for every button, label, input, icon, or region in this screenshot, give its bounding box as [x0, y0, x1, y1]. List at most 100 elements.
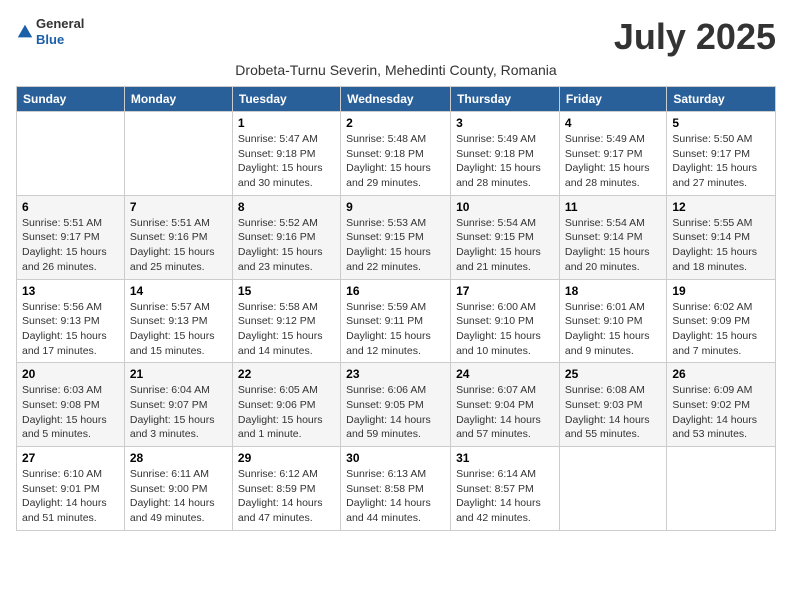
day-detail: Sunrise: 5:57 AMSunset: 9:13 PMDaylight:… [130, 300, 227, 359]
day-detail: Sunrise: 6:07 AMSunset: 9:04 PMDaylight:… [456, 383, 554, 442]
day-detail: Sunrise: 5:51 AMSunset: 9:17 PMDaylight:… [22, 216, 119, 275]
day-detail: Sunrise: 5:59 AMSunset: 9:11 PMDaylight:… [346, 300, 445, 359]
day-number: 27 [22, 451, 119, 465]
day-cell: 26 Sunrise: 6:09 AMSunset: 9:02 PMDayligh… [667, 363, 776, 447]
week-row-3: 13Sunrise: 5:56 AMSunset: 9:13 PMDayligh… [17, 279, 776, 363]
day-number: 4 [565, 116, 661, 130]
day-number: 16 [346, 284, 445, 298]
day-number: 26 [672, 367, 770, 381]
day-number: 19 [672, 284, 770, 298]
month-title: July 2025 [614, 16, 776, 58]
day-detail: Sunrise: 6:13 AMSunset: 8:58 PMDaylight:… [346, 467, 445, 526]
day-detail: Sunrise: 6:04 AMSunset: 9:07 PMDaylight:… [130, 383, 227, 442]
day-cell: 28 Sunrise: 6:11 AMSunset: 9:00 PMDayligh… [124, 447, 232, 531]
day-detail: Sunrise: 6:10 AMSunset: 9:01 PMDaylight:… [22, 467, 119, 526]
day-cell: 16 Sunrise: 5:59 AMSunset: 9:11 PMDayligh… [341, 279, 451, 363]
day-detail: Sunrise: 5:56 AMSunset: 9:13 PMDaylight:… [22, 300, 119, 359]
day-number: 5 [672, 116, 770, 130]
weekday-header-friday: Friday [559, 87, 666, 112]
day-number: 29 [238, 451, 335, 465]
day-cell: 6Sunrise: 5:51 AMSunset: 9:17 PMDaylight… [17, 195, 125, 279]
day-number: 23 [346, 367, 445, 381]
day-number: 20 [22, 367, 119, 381]
day-number: 10 [456, 200, 554, 214]
day-cell: 22 Sunrise: 6:05 AMSunset: 9:06 PMDayligh… [232, 363, 340, 447]
day-detail: Sunrise: 6:03 AMSunset: 9:08 PMDaylight:… [22, 383, 119, 442]
day-cell: 17Sunrise: 6:00 AMSunset: 9:10 PMDayligh… [451, 279, 560, 363]
day-detail: Sunrise: 5:54 AMSunset: 9:15 PMDaylight:… [456, 216, 554, 275]
day-number: 24 [456, 367, 554, 381]
day-cell: 15Sunrise: 5:58 AMSunset: 9:12 PMDayligh… [232, 279, 340, 363]
day-cell [667, 447, 776, 531]
day-number: 12 [672, 200, 770, 214]
day-cell: 10 Sunrise: 5:54 AMSunset: 9:15 PMDayligh… [451, 195, 560, 279]
weekday-header-monday: Monday [124, 87, 232, 112]
day-detail: Sunrise: 5:49 AMSunset: 9:18 PMDaylight:… [456, 132, 554, 191]
day-detail: Sunrise: 6:05 AMSunset: 9:06 PMDaylight:… [238, 383, 335, 442]
weekday-header-row: SundayMondayTuesdayWednesdayThursdayFrid… [17, 87, 776, 112]
day-detail: Sunrise: 5:54 AMSunset: 9:14 PMDaylight:… [565, 216, 661, 275]
weekday-header-saturday: Saturday [667, 87, 776, 112]
day-cell: 14Sunrise: 5:57 AMSunset: 9:13 PMDayligh… [124, 279, 232, 363]
day-cell [559, 447, 666, 531]
day-number: 1 [238, 116, 335, 130]
logo-icon [16, 23, 34, 41]
day-cell: 13Sunrise: 5:56 AMSunset: 9:13 PMDayligh… [17, 279, 125, 363]
day-detail: Sunrise: 5:55 AMSunset: 9:14 PMDaylight:… [672, 216, 770, 275]
logo-blue: Blue [36, 32, 84, 48]
day-cell: 1 Sunrise: 5:47 AMSunset: 9:18 PMDaylight… [232, 112, 340, 196]
weekday-header-sunday: Sunday [17, 87, 125, 112]
page-header: General Blue July 2025 [16, 16, 776, 58]
subtitle: Drobeta-Turnu Severin, Mehedinti County,… [16, 62, 776, 78]
day-cell: 31 Sunrise: 6:14 AMSunset: 8:57 PMDayligh… [451, 447, 560, 531]
day-number: 8 [238, 200, 335, 214]
day-detail: Sunrise: 6:09 AMSunset: 9:02 PMDaylight:… [672, 383, 770, 442]
day-cell: 27 Sunrise: 6:10 AMSunset: 9:01 PMDayligh… [17, 447, 125, 531]
day-number: 7 [130, 200, 227, 214]
day-detail: Sunrise: 6:02 AMSunset: 9:09 PMDaylight:… [672, 300, 770, 359]
day-detail: Sunrise: 6:08 AMSunset: 9:03 PMDaylight:… [565, 383, 661, 442]
logo-general: General [36, 16, 84, 32]
day-detail: Sunrise: 5:52 AMSunset: 9:16 PMDaylight:… [238, 216, 335, 275]
day-detail: Sunrise: 6:14 AMSunset: 8:57 PMDaylight:… [456, 467, 554, 526]
day-cell: 9Sunrise: 5:53 AMSunset: 9:15 PMDaylight… [341, 195, 451, 279]
day-detail: Sunrise: 6:12 AMSunset: 8:59 PMDaylight:… [238, 467, 335, 526]
logo-text: General Blue [36, 16, 84, 47]
day-cell: 21Sunrise: 6:04 AMSunset: 9:07 PMDayligh… [124, 363, 232, 447]
day-detail: Sunrise: 5:47 AMSunset: 9:18 PMDaylight:… [238, 132, 335, 191]
day-cell: 2 Sunrise: 5:48 AMSunset: 9:18 PMDaylight… [341, 112, 451, 196]
week-row-1: 1 Sunrise: 5:47 AMSunset: 9:18 PMDaylight… [17, 112, 776, 196]
day-cell: 24 Sunrise: 6:07 AMSunset: 9:04 PMDayligh… [451, 363, 560, 447]
day-cell: 25Sunrise: 6:08 AMSunset: 9:03 PMDayligh… [559, 363, 666, 447]
day-cell: 8 Sunrise: 5:52 AMSunset: 9:16 PMDaylight… [232, 195, 340, 279]
week-row-5: 27 Sunrise: 6:10 AMSunset: 9:01 PMDayligh… [17, 447, 776, 531]
day-detail: Sunrise: 5:50 AMSunset: 9:17 PMDaylight:… [672, 132, 770, 191]
day-number: 30 [346, 451, 445, 465]
logo: General Blue [16, 16, 84, 47]
day-detail: Sunrise: 5:49 AMSunset: 9:17 PMDaylight:… [565, 132, 661, 191]
week-row-4: 20 Sunrise: 6:03 AMSunset: 9:08 PMDayligh… [17, 363, 776, 447]
day-number: 2 [346, 116, 445, 130]
day-number: 3 [456, 116, 554, 130]
day-cell: 29 Sunrise: 6:12 AMSunset: 8:59 PMDayligh… [232, 447, 340, 531]
calendar: SundayMondayTuesdayWednesdayThursdayFrid… [16, 86, 776, 531]
day-cell [124, 112, 232, 196]
day-number: 11 [565, 200, 661, 214]
weekday-header-tuesday: Tuesday [232, 87, 340, 112]
day-cell: 11 Sunrise: 5:54 AMSunset: 9:14 PMDayligh… [559, 195, 666, 279]
day-number: 22 [238, 367, 335, 381]
week-row-2: 6Sunrise: 5:51 AMSunset: 9:17 PMDaylight… [17, 195, 776, 279]
day-cell: 23Sunrise: 6:06 AMSunset: 9:05 PMDayligh… [341, 363, 451, 447]
day-number: 18 [565, 284, 661, 298]
day-number: 31 [456, 451, 554, 465]
day-cell [17, 112, 125, 196]
day-cell: 3 Sunrise: 5:49 AMSunset: 9:18 PMDaylight… [451, 112, 560, 196]
day-number: 28 [130, 451, 227, 465]
day-cell: 30 Sunrise: 6:13 AMSunset: 8:58 PMDayligh… [341, 447, 451, 531]
weekday-header-wednesday: Wednesday [341, 87, 451, 112]
day-detail: Sunrise: 6:11 AMSunset: 9:00 PMDaylight:… [130, 467, 227, 526]
day-detail: Sunrise: 6:00 AMSunset: 9:10 PMDaylight:… [456, 300, 554, 359]
day-detail: Sunrise: 6:01 AMSunset: 9:10 PMDaylight:… [565, 300, 661, 359]
day-detail: Sunrise: 5:48 AMSunset: 9:18 PMDaylight:… [346, 132, 445, 191]
day-cell: 20 Sunrise: 6:03 AMSunset: 9:08 PMDayligh… [17, 363, 125, 447]
